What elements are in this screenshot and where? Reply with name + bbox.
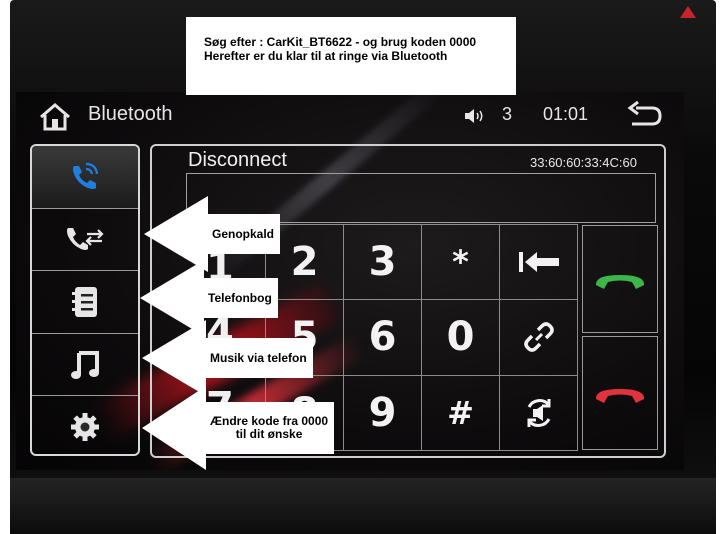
phone-transfer-icon bbox=[67, 228, 104, 251]
sidebar-item-bluetooth-call[interactable] bbox=[32, 146, 138, 209]
volume-icon[interactable] bbox=[464, 108, 486, 124]
hazard-button-icon bbox=[680, 6, 696, 18]
header-bar: Bluetooth 3 01:01 bbox=[16, 94, 684, 138]
back-icon[interactable] bbox=[626, 100, 664, 130]
instruction-line-2: Herefter er du klar til at ringe via Blu… bbox=[204, 49, 448, 63]
gear-icon bbox=[71, 413, 99, 442]
sidebar-item-call-log[interactable] bbox=[32, 209, 138, 272]
link-icon bbox=[523, 322, 554, 353]
callout-label: Ændre kode fra 0000 til dit ønske bbox=[204, 402, 335, 454]
music-note-icon bbox=[71, 350, 99, 379]
home-icon[interactable] bbox=[38, 102, 72, 132]
keypad-key-0[interactable]: 0 bbox=[421, 299, 500, 376]
arrow-left-icon bbox=[142, 320, 206, 396]
callout-label: Telefonbog bbox=[202, 278, 278, 318]
instruction-line-1: Søg efter : CarKit_BT6622 - og brug kode… bbox=[204, 35, 477, 49]
clock: 01:01 bbox=[543, 104, 589, 124]
hangup-call-icon bbox=[595, 389, 645, 403]
keypad-key-star[interactable]: * bbox=[421, 224, 500, 301]
device-bottom-bezel bbox=[10, 478, 716, 534]
arrow-left-icon bbox=[142, 386, 206, 470]
callout-label: Genopkald bbox=[206, 214, 281, 254]
answer-call-button[interactable] bbox=[582, 225, 658, 333]
switch-audio-icon bbox=[527, 398, 550, 427]
switch-audio-button[interactable] bbox=[499, 374, 578, 451]
instruction-banner: Søg efter : CarKit_BT6622 - og brug kode… bbox=[186, 17, 516, 95]
device-address: 33:60:60:33:4C:60 bbox=[530, 155, 637, 170]
answer-call-icon bbox=[595, 275, 645, 289]
phone-bluetooth-icon bbox=[73, 162, 99, 189]
callout-label: Musik via telefon bbox=[204, 338, 313, 378]
link-button[interactable] bbox=[499, 299, 578, 376]
connection-status[interactable]: Disconnect bbox=[188, 149, 287, 172]
keypad-key-3[interactable]: 3 bbox=[343, 224, 422, 301]
callout-change-code: Ændre kode fra 0000 til dit ønske bbox=[142, 386, 335, 470]
contacts-icon bbox=[72, 286, 97, 317]
sidebar-item-settings[interactable] bbox=[32, 396, 138, 454]
backspace-button[interactable] bbox=[499, 224, 578, 301]
sidebar-item-phonebook[interactable] bbox=[32, 271, 138, 334]
sidebar-item-music[interactable] bbox=[32, 334, 138, 397]
backspace-icon bbox=[518, 252, 559, 273]
keypad-key-hash[interactable]: # bbox=[421, 374, 500, 451]
keypad-key-6[interactable]: 6 bbox=[343, 299, 422, 376]
keypad-key-9[interactable]: 9 bbox=[343, 374, 422, 451]
volume-level: 3 bbox=[502, 104, 513, 124]
hangup-call-button[interactable] bbox=[582, 336, 658, 450]
sidebar bbox=[30, 144, 140, 456]
callout-musik: Musik via telefon bbox=[142, 320, 313, 396]
callout-line-2: til dit ønske bbox=[235, 427, 303, 441]
page-title: Bluetooth bbox=[88, 103, 173, 125]
